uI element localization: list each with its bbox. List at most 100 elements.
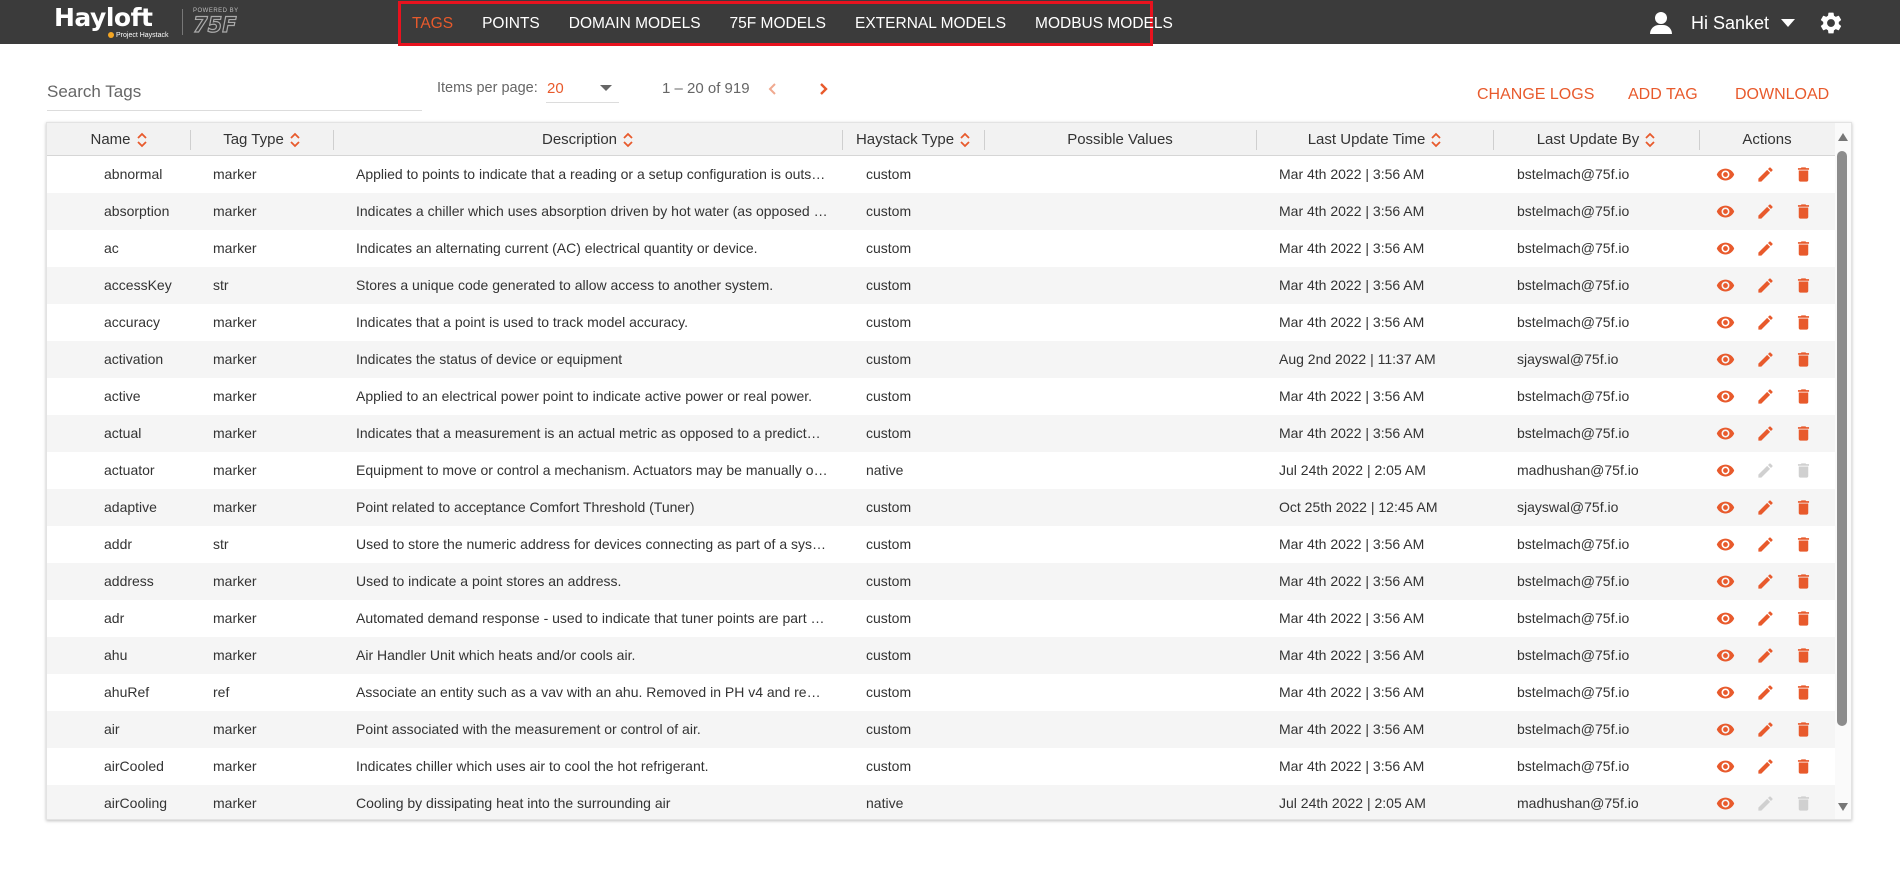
haystack-type: custom <box>866 277 912 293</box>
hayloft-logo[interactable]: Hayloft Project Haystack <box>52 3 169 41</box>
tag-name: accessKey <box>104 277 172 293</box>
eye-icon[interactable] <box>1716 535 1735 554</box>
pencil-icon[interactable] <box>1756 313 1775 332</box>
trash-icon[interactable] <box>1794 387 1813 406</box>
column-header-description[interactable]: Description <box>333 123 842 156</box>
trash-icon[interactable] <box>1794 498 1813 517</box>
pencil-icon[interactable] <box>1756 572 1775 591</box>
tag-description: Applied to points to indicate that a rea… <box>356 166 828 182</box>
eye-icon[interactable] <box>1716 165 1735 184</box>
tab-points[interactable]: POINTS <box>482 15 540 33</box>
pencil-icon[interactable] <box>1756 720 1775 739</box>
column-header-name[interactable]: Name <box>47 123 190 156</box>
eye-icon[interactable] <box>1716 461 1735 480</box>
trash-icon[interactable] <box>1794 683 1813 702</box>
pencil-icon[interactable] <box>1756 424 1775 443</box>
scrollbar-thumb[interactable] <box>1837 151 1847 726</box>
trash-icon[interactable] <box>1794 757 1813 776</box>
scroll-down-arrow-icon[interactable] <box>1838 803 1848 811</box>
vertical-scrollbar[interactable] <box>1835 123 1851 819</box>
items-per-page-select[interactable]: 20 <box>546 78 619 103</box>
tag-name: addr <box>104 536 133 552</box>
trash-icon[interactable] <box>1794 720 1813 739</box>
eye-icon[interactable] <box>1716 387 1735 406</box>
eye-icon[interactable] <box>1716 239 1735 258</box>
table-row[interactable]: accessKey str Stores a unique code generat… <box>47 267 1835 304</box>
table-row[interactable]: accuracy marker Indicates that a point is … <box>47 304 1835 341</box>
table-row[interactable]: actual marker Indicates that a measurement… <box>47 415 1835 452</box>
pencil-icon[interactable] <box>1756 165 1775 184</box>
eye-icon[interactable] <box>1716 609 1735 628</box>
table-row[interactable]: adaptive marker Point related to acceptanc… <box>47 489 1835 526</box>
pencil-icon[interactable] <box>1756 757 1775 776</box>
eye-icon[interactable] <box>1716 757 1735 776</box>
add-tag-button[interactable]: ADD TAG <box>1628 86 1698 104</box>
gear-icon[interactable] <box>1818 10 1844 36</box>
table-row[interactable]: activation marker Indicates the status of … <box>47 341 1835 378</box>
tag-type: str <box>213 536 229 552</box>
eye-icon[interactable] <box>1716 350 1735 369</box>
table-row[interactable]: addr str Used to store the numeric address… <box>47 526 1835 563</box>
chevron-right-icon[interactable] <box>814 78 832 100</box>
pencil-icon[interactable] <box>1756 609 1775 628</box>
tab-domain-models[interactable]: DOMAIN MODELS <box>569 15 701 33</box>
trash-icon[interactable] <box>1794 572 1813 591</box>
trash-icon[interactable] <box>1794 646 1813 665</box>
chevron-left-icon[interactable] <box>764 78 782 100</box>
trash-icon[interactable] <box>1794 202 1813 221</box>
trash-icon[interactable] <box>1794 609 1813 628</box>
trash-icon[interactable] <box>1794 313 1813 332</box>
table-row[interactable]: ac marker Indicates an alternating current… <box>47 230 1835 267</box>
eye-icon[interactable] <box>1716 276 1735 295</box>
pencil-icon[interactable] <box>1756 350 1775 369</box>
table-row[interactable]: airCooled marker Indicates chiller which u… <box>47 748 1835 785</box>
table-row[interactable]: air marker Point associated with the measu… <box>47 711 1835 748</box>
eye-icon[interactable] <box>1716 202 1735 221</box>
tab-modbus-models[interactable]: MODBUS MODELS <box>1035 15 1173 33</box>
trash-icon[interactable] <box>1794 535 1813 554</box>
column-header-last-update-by[interactable]: Last Update By <box>1493 123 1699 156</box>
pencil-icon[interactable] <box>1756 683 1775 702</box>
pencil-icon[interactable] <box>1756 202 1775 221</box>
table-row[interactable]: active marker Applied to an electrical pow… <box>47 378 1835 415</box>
eye-icon[interactable] <box>1716 498 1735 517</box>
eye-icon[interactable] <box>1716 313 1735 332</box>
pencil-icon[interactable] <box>1756 498 1775 517</box>
trash-icon[interactable] <box>1794 424 1813 443</box>
table-row[interactable]: adr marker Automated demand response - use… <box>47 600 1835 637</box>
tab-75f-models[interactable]: 75F MODELS <box>730 15 826 33</box>
pencil-icon[interactable] <box>1756 387 1775 406</box>
table-row[interactable]: airCooling marker Cooling by dissipating h… <box>47 785 1835 819</box>
trash-icon[interactable] <box>1794 276 1813 295</box>
search-input[interactable] <box>47 78 422 106</box>
column-header-last-update-time[interactable]: Last Update Time <box>1256 123 1493 156</box>
table-row[interactable]: actuator marker Equipment to move or contr… <box>47 452 1835 489</box>
table-row[interactable]: absorption marker Indicates a chiller whic… <box>47 193 1835 230</box>
user-menu[interactable]: Hi Sanket <box>1649 9 1796 37</box>
eye-icon[interactable] <box>1716 683 1735 702</box>
column-header-haystack-type[interactable]: Haystack Type <box>842 123 984 156</box>
change-logs-button[interactable]: CHANGE LOGS <box>1477 86 1594 104</box>
eye-icon[interactable] <box>1716 646 1735 665</box>
eye-icon[interactable] <box>1716 720 1735 739</box>
table-row[interactable]: ahu marker Air Handler Unit which heats an… <box>47 637 1835 674</box>
eye-icon[interactable] <box>1716 794 1735 813</box>
table-row[interactable]: address marker Used to indicate a point st… <box>47 563 1835 600</box>
tab-external-models[interactable]: EXTERNAL MODELS <box>855 15 1006 33</box>
pencil-icon[interactable] <box>1756 535 1775 554</box>
trash-icon[interactable] <box>1794 239 1813 258</box>
trash-icon <box>1797 463 1810 478</box>
table-row[interactable]: ahuRef ref Associate an entity such as a v… <box>47 674 1835 711</box>
column-header-tag-type[interactable]: Tag Type <box>190 123 333 156</box>
eye-icon[interactable] <box>1716 424 1735 443</box>
eye-icon[interactable] <box>1716 572 1735 591</box>
trash-icon[interactable] <box>1794 165 1813 184</box>
trash-icon[interactable] <box>1794 350 1813 369</box>
scroll-up-arrow-icon[interactable] <box>1838 133 1848 141</box>
pencil-icon[interactable] <box>1756 276 1775 295</box>
download-button[interactable]: DOWNLOAD <box>1735 86 1829 104</box>
pencil-icon[interactable] <box>1756 239 1775 258</box>
pencil-icon[interactable] <box>1756 646 1775 665</box>
tab-tags[interactable]: TAGS <box>412 15 453 33</box>
table-row[interactable]: abnormal marker Applied to points to indic… <box>47 156 1835 193</box>
